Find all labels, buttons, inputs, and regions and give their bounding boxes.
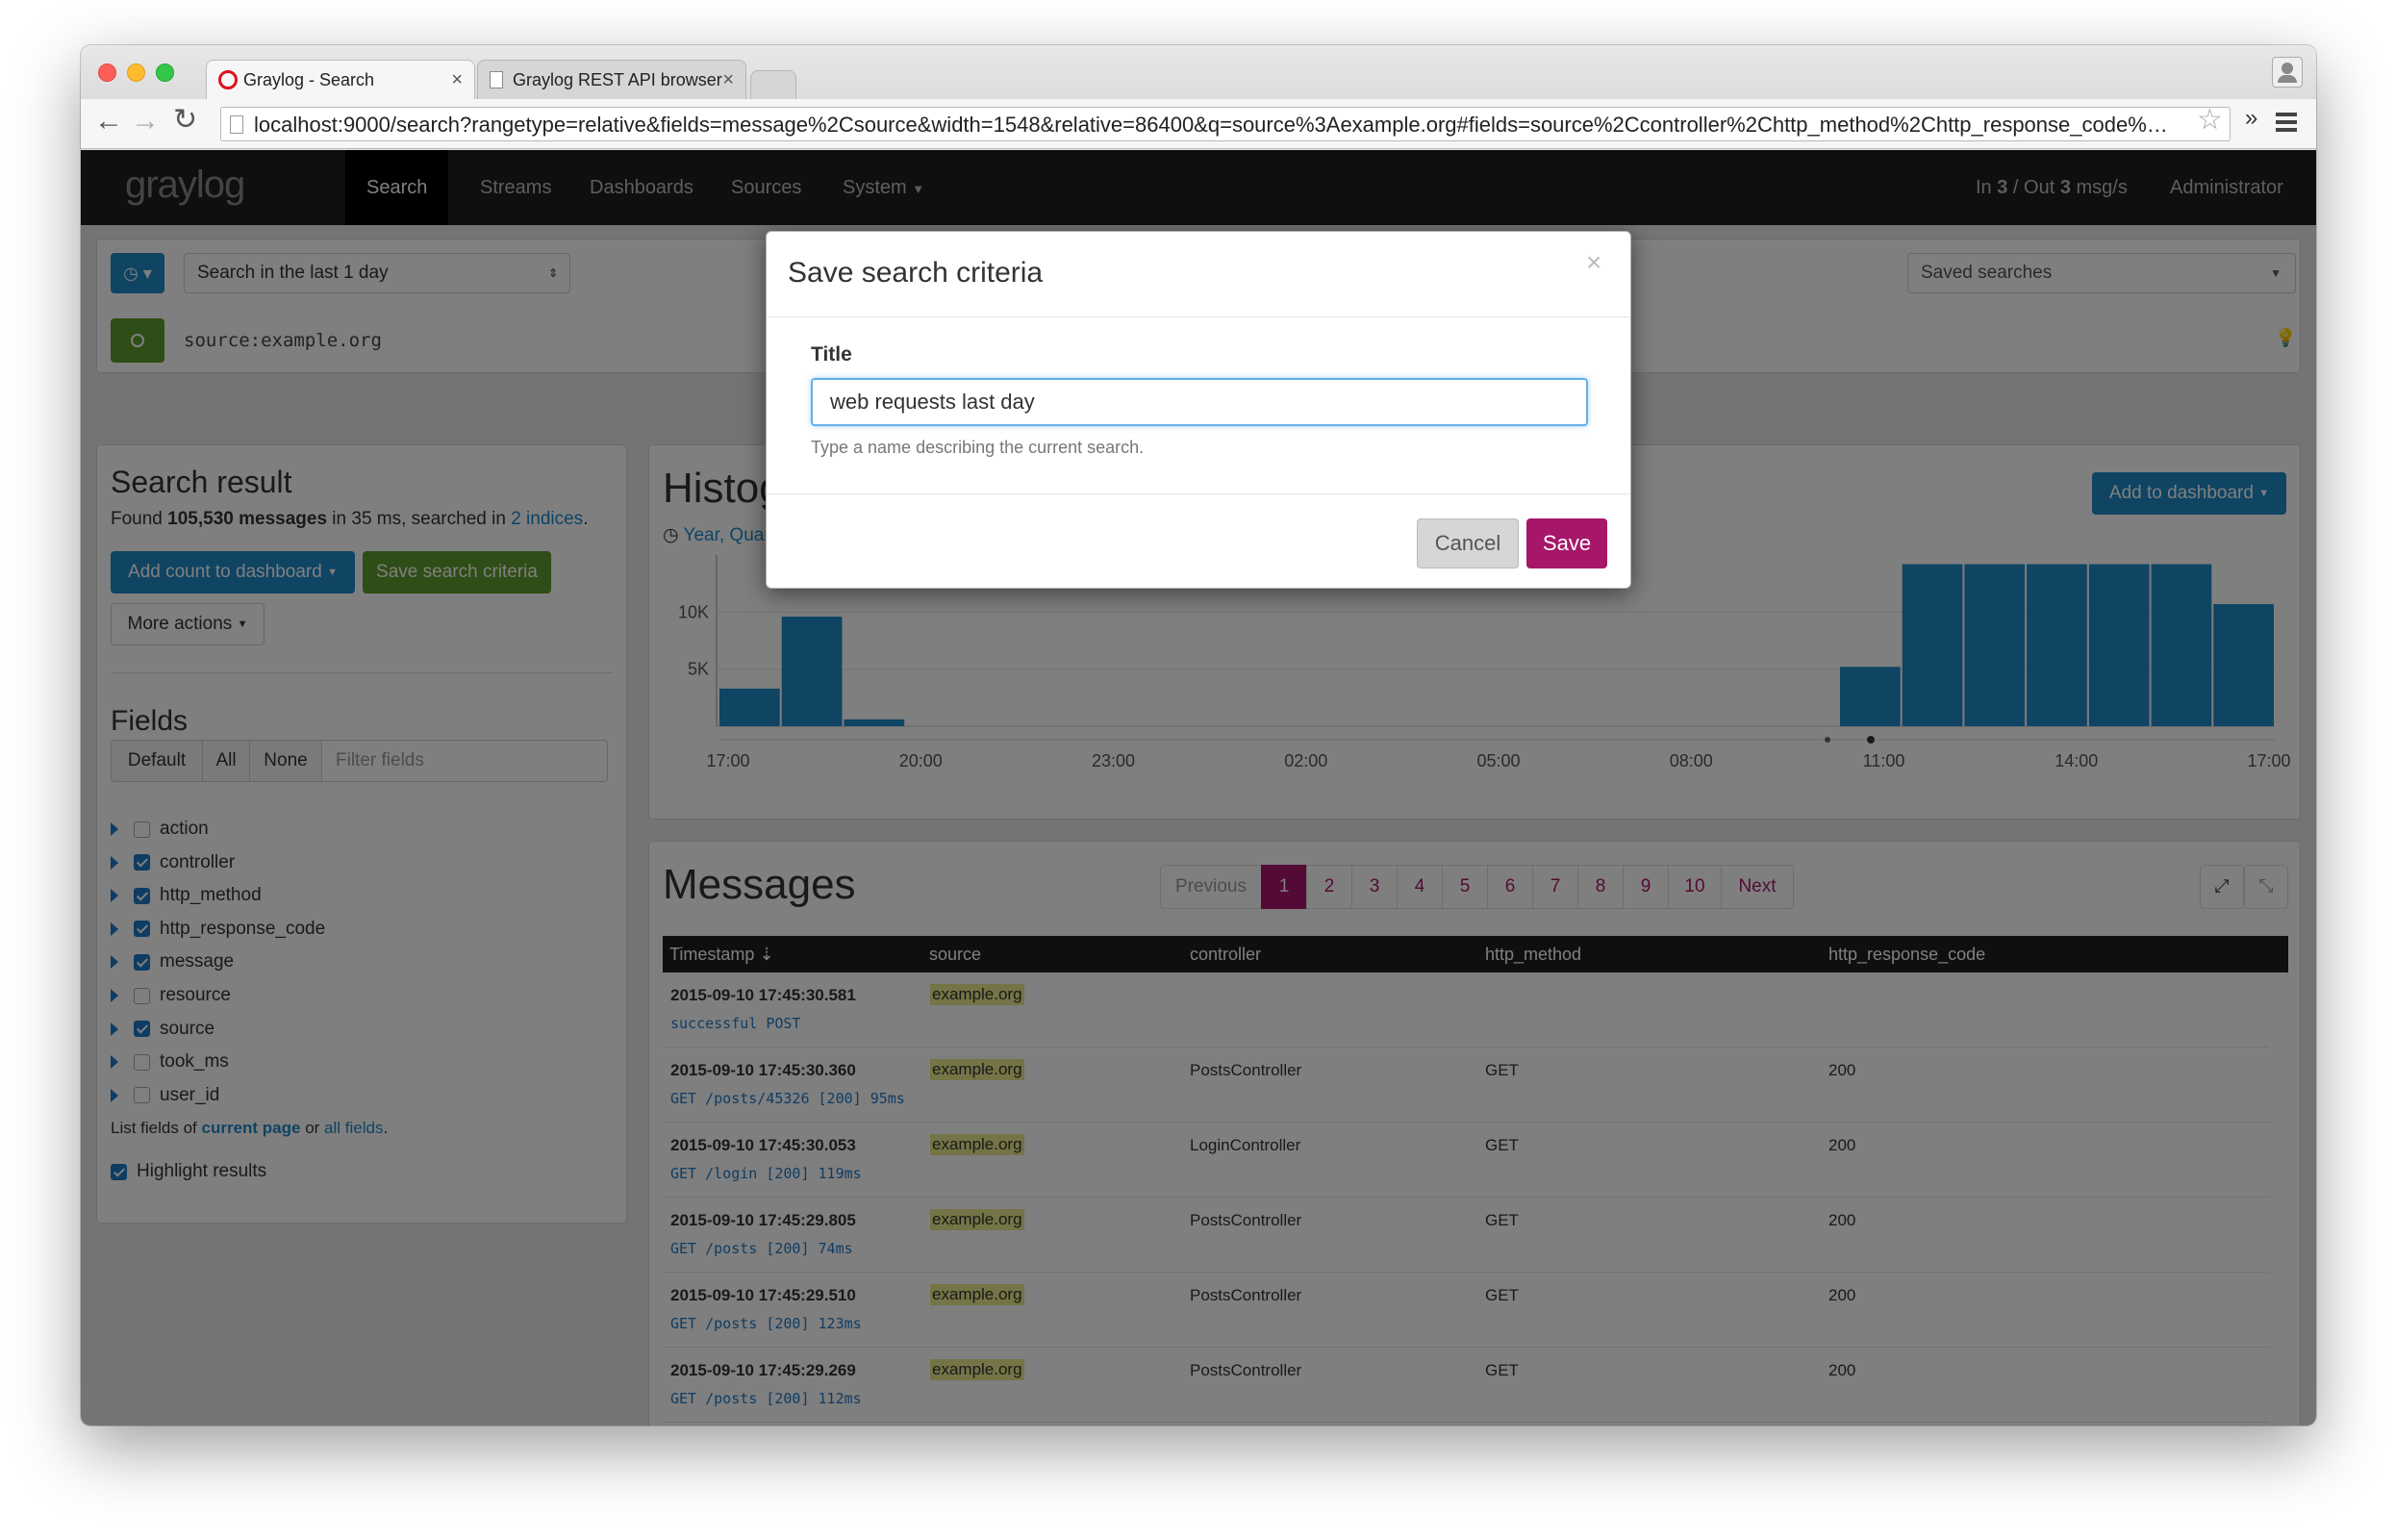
divider xyxy=(767,493,1630,494)
forward-icon[interactable]: → xyxy=(131,105,160,138)
toolbar: ← → ↻ localhost:9000/search?rangetype=re… xyxy=(81,99,2316,149)
save-search-modal: Save search criteria × Title web request… xyxy=(766,231,1631,589)
cancel-button[interactable]: Cancel xyxy=(1417,518,1519,568)
menu-icon[interactable] xyxy=(2276,113,2297,132)
divider xyxy=(767,316,1630,317)
minimize-window-button[interactable] xyxy=(127,63,145,82)
graylog-favicon-icon xyxy=(218,70,238,89)
close-icon[interactable]: × xyxy=(1586,247,1601,278)
bookmark-star-icon[interactable]: ☆ xyxy=(2197,103,2223,137)
profile-icon[interactable] xyxy=(2272,57,2303,88)
back-icon[interactable]: ← xyxy=(94,105,123,138)
maximize-window-button[interactable] xyxy=(156,63,174,82)
close-tab-icon[interactable]: × xyxy=(722,69,734,91)
tab-title: Graylog - Search xyxy=(243,69,375,89)
new-tab-button[interactable] xyxy=(750,70,796,99)
modal-title: Save search criteria xyxy=(788,257,1044,289)
close-window-button[interactable] xyxy=(98,63,116,82)
page-icon xyxy=(490,71,503,88)
page-icon xyxy=(230,115,243,134)
extensions-overflow-icon[interactable]: » xyxy=(2245,105,2257,132)
title-label: Title xyxy=(811,343,852,366)
title-input[interactable]: web requests last day xyxy=(811,378,1588,426)
address-bar[interactable]: localhost:9000/search?rangetype=relative… xyxy=(220,107,2231,141)
url-text: localhost:9000/search?rangetype=relative… xyxy=(254,113,2168,137)
tab-title: Graylog REST API browser xyxy=(513,69,722,89)
browser-window: Graylog - Search × Graylog REST API brow… xyxy=(81,45,2316,1426)
tab-rest-api-browser[interactable]: Graylog REST API browser × xyxy=(477,60,746,99)
tab-graylog-search[interactable]: Graylog - Search × xyxy=(206,60,475,99)
title-help-text: Type a name describing the current searc… xyxy=(811,438,1145,457)
save-button[interactable]: Save xyxy=(1526,518,1607,568)
tab-strip: Graylog - Search × Graylog REST API brow… xyxy=(81,45,2316,99)
reload-icon[interactable]: ↻ xyxy=(173,103,197,137)
close-tab-icon[interactable]: × xyxy=(451,69,463,91)
